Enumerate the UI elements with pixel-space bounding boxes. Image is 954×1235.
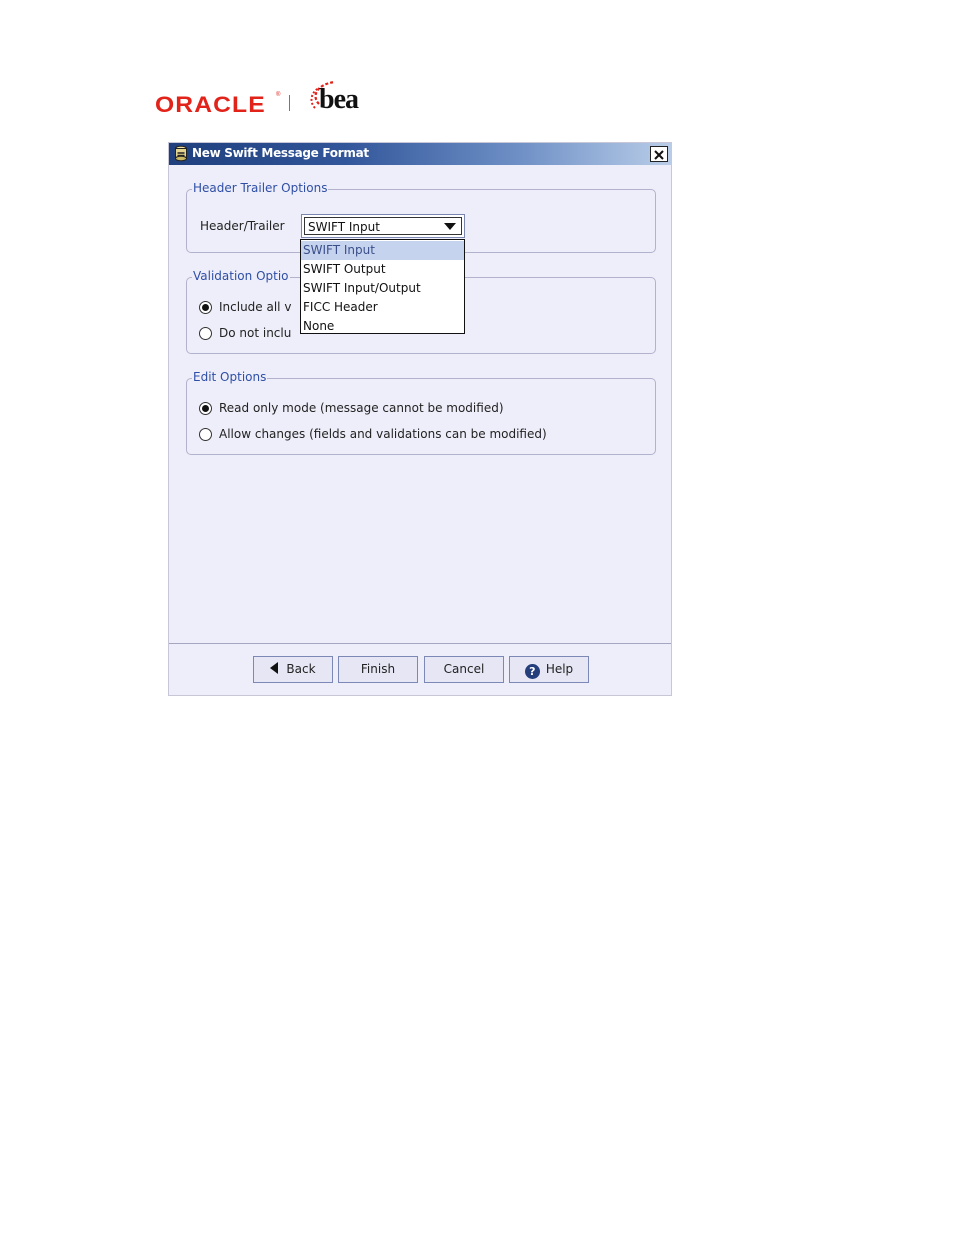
exclude-validations-radio[interactable] (199, 327, 212, 340)
header-trailer-dropdown-list: SWIFT Input SWIFT Output SWIFT Input/Out… (300, 239, 465, 334)
registered-mark: ® (276, 92, 281, 98)
edit-options-legend: Edit Options (192, 370, 268, 384)
validation-legend: Validation Optio (192, 269, 290, 283)
dropdown-option[interactable]: SWIFT Output (301, 260, 464, 279)
cancel-button[interactable]: Cancel (424, 656, 504, 683)
app-icon (175, 145, 187, 162)
back-button-label: Back (286, 662, 316, 676)
header-trailer-selected-value: SWIFT Input (308, 220, 380, 234)
edit-options-group: Edit Options (186, 370, 656, 455)
read-only-mode-label[interactable]: Read only mode (message cannot be modifi… (219, 401, 504, 415)
new-swift-message-format-dialog: New Swift Message Format Header Trailer … (168, 142, 672, 696)
cancel-button-label: Cancel (443, 662, 485, 676)
exclude-validations-label[interactable]: Do not inclu (219, 326, 291, 340)
header-trailer-select[interactable]: SWIFT Input (301, 214, 465, 238)
dropdown-option[interactable]: None (301, 317, 464, 336)
dropdown-option[interactable]: SWIFT Input (301, 241, 464, 260)
finish-button[interactable]: Finish (338, 656, 418, 683)
include-validations-radio[interactable] (199, 301, 212, 314)
header-trailer-legend: Header Trailer Options (192, 181, 329, 195)
bea-logo-text: bea (319, 84, 359, 115)
arrow-left-icon (270, 662, 279, 674)
help-icon: ? (524, 664, 540, 679)
footer-divider (169, 643, 671, 644)
back-button[interactable]: Back (253, 656, 333, 683)
allow-changes-label[interactable]: Allow changes (fields and validations ca… (219, 427, 547, 441)
header-trailer-label: Header/Trailer (200, 219, 285, 233)
close-button[interactable] (650, 146, 668, 162)
close-icon (654, 150, 664, 160)
oracle-logo-text: ORACLE (155, 92, 266, 117)
help-button-label: Help (545, 662, 574, 676)
dialog-titlebar[interactable]: New Swift Message Format (169, 143, 671, 165)
dropdown-option[interactable]: SWIFT Input/Output (301, 279, 464, 298)
logo-separator (289, 95, 290, 111)
include-validations-label[interactable]: Include all v (219, 300, 291, 314)
chevron-down-icon[interactable] (444, 223, 456, 230)
dropdown-option[interactable]: FICC Header (301, 298, 464, 317)
finish-button-label: Finish (360, 662, 396, 676)
help-button[interactable]: ? Help (509, 656, 589, 683)
allow-changes-radio[interactable] (199, 428, 212, 441)
dialog-title: New Swift Message Format (192, 146, 369, 160)
oracle-bea-logo: ORACLE ® bea (155, 78, 375, 118)
read-only-mode-radio[interactable] (199, 402, 212, 415)
